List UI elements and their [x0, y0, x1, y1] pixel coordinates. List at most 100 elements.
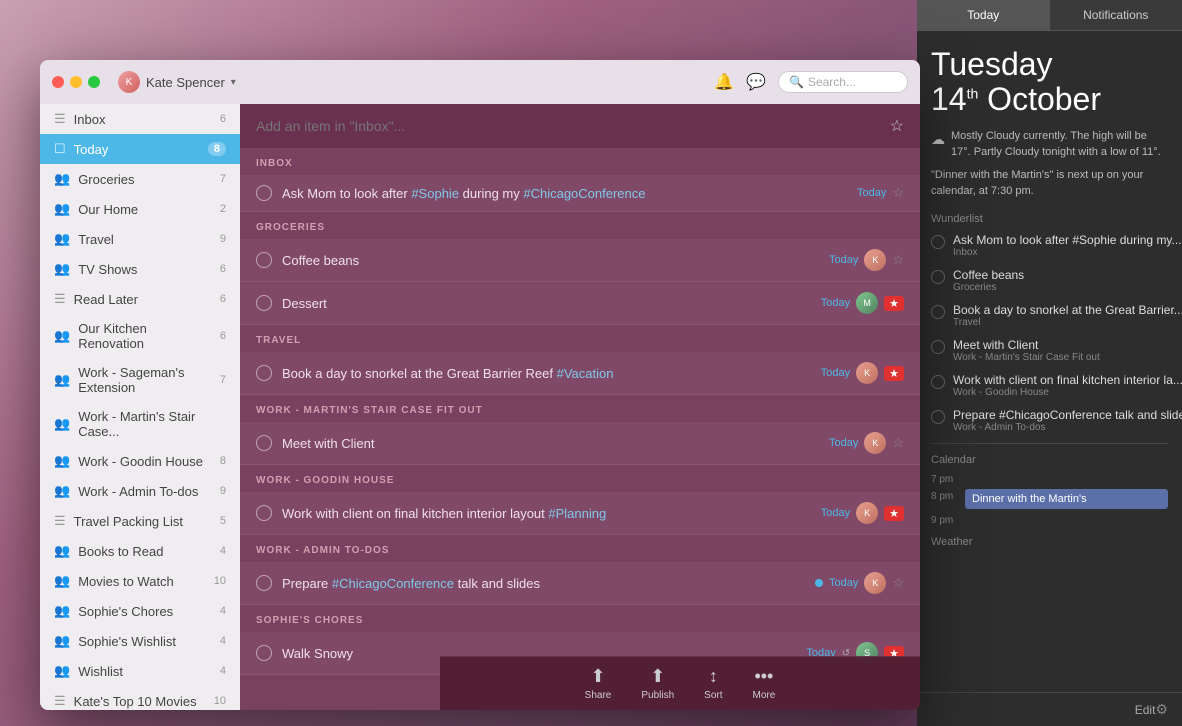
sidebar-label-sophiechores: Sophie's Chores [78, 604, 212, 619]
list-icon: ☰ [54, 291, 66, 307]
wl-subtitle-1: Groceries [953, 282, 1168, 293]
search-bar[interactable]: 🔍 Search... [778, 71, 908, 93]
sidebar-count-inbox: 6 [220, 113, 226, 125]
minimize-button[interactable] [70, 76, 82, 88]
chat-icon[interactable]: 💬 [746, 72, 766, 92]
star-icon[interactable]: ☆ [892, 435, 904, 451]
sidebar-label-top10: Kate's Top 10 Movies [74, 694, 206, 709]
list-icon: 👥 [54, 543, 70, 559]
task-checkbox[interactable] [256, 505, 272, 521]
sidebar-item-ourhome[interactable]: 👥 Our Home 2 [40, 194, 240, 224]
task-checkbox[interactable] [256, 295, 272, 311]
list-icon: 👥 [54, 603, 70, 619]
list-icon: 👥 [54, 633, 70, 649]
weather-info: ☁ Mostly Cloudy currently. The high will… [931, 129, 1168, 160]
task-checkbox[interactable] [256, 645, 272, 661]
tab-notifications[interactable]: Notifications [1050, 0, 1182, 30]
wl-checkbox-5[interactable] [931, 410, 945, 424]
right-panel-footer: Edit ⚙ [917, 692, 1182, 726]
task-text: Dessert [282, 296, 811, 311]
dropdown-icon[interactable]: ▾ [231, 77, 236, 88]
sidebar-item-kitchen[interactable]: 👥 Our Kitchen Renovation 6 [40, 314, 240, 358]
task-checkbox[interactable] [256, 435, 272, 451]
task-row[interactable]: Book a day to snorkel at the Great Barri… [240, 352, 920, 395]
sidebar-item-goodin[interactable]: 👥 Work - Goodin House 8 [40, 446, 240, 476]
list-icon: 👥 [54, 483, 70, 499]
task-checkbox[interactable] [256, 575, 272, 591]
sidebar-count-movies: 10 [214, 575, 226, 587]
star-icon[interactable]: ☆ [890, 116, 904, 136]
sidebar-label-groceries: Groceries [78, 172, 212, 187]
sidebar-label-travelpacking: Travel Packing List [74, 514, 212, 529]
task-row[interactable]: Coffee beans Today K ☆ [240, 239, 920, 282]
task-checkbox[interactable] [256, 252, 272, 268]
task-row[interactable]: Ask Mom to look after #Sophie during my … [240, 175, 920, 212]
sidebar-item-books[interactable]: 👥 Books to Read 4 [40, 536, 240, 566]
task-row[interactable]: Dessert Today M ★ [240, 282, 920, 325]
avatar: K [864, 249, 886, 271]
wl-item: Meet with Client Work - Martin's Stair C… [931, 338, 1168, 363]
task-row[interactable]: Prepare #ChicagoConference talk and slid… [240, 562, 920, 605]
task-text: Coffee beans [282, 253, 819, 268]
wl-subtitle-4: Work - Goodin House [953, 387, 1182, 398]
edit-button[interactable]: Edit [1135, 701, 1156, 718]
sidebar-item-top10[interactable]: ☰ Kate's Top 10 Movies 10 [40, 686, 240, 710]
time-block-0: 7 pm [931, 472, 1168, 485]
star-icon[interactable]: ☆ [892, 252, 904, 268]
wl-checkbox-1[interactable] [931, 270, 945, 284]
sidebar-item-travelpacking[interactable]: ☰ Travel Packing List 5 [40, 506, 240, 536]
wl-checkbox-2[interactable] [931, 305, 945, 319]
sidebar-label-martin: Work - Martin's Stair Case... [78, 409, 218, 439]
sidebar-item-today[interactable]: ☐ Today 8 [40, 134, 240, 164]
star-icon[interactable]: ☆ [892, 185, 904, 201]
task-checkbox[interactable] [256, 185, 272, 201]
wl-checkbox-4[interactable] [931, 375, 945, 389]
wl-checkbox-0[interactable] [931, 235, 945, 249]
list-icon: 👥 [54, 201, 70, 217]
sidebar-count-sophiewishlist: 4 [220, 635, 226, 647]
sidebar-item-inbox[interactable]: ☰ Inbox 6 [40, 104, 240, 134]
share-button[interactable]: ⬆ Share [585, 666, 612, 701]
wl-checkbox-3[interactable] [931, 340, 945, 354]
publish-button[interactable]: ⬆ Publish [641, 666, 674, 701]
tab-today[interactable]: Today [917, 0, 1050, 30]
bell-icon[interactable]: 🔔 [714, 72, 734, 92]
close-button[interactable] [52, 76, 64, 88]
task-date: Today [857, 187, 886, 199]
calendar-event-box[interactable]: Dinner with the Martin's [965, 489, 1168, 509]
section-header-admin: WORK - ADMIN TO-DOS [240, 535, 920, 562]
sidebar: ☰ Inbox 6 ☐ Today 8 👥 Groceries 7 👥 Our … [40, 104, 240, 710]
sidebar-item-groceries[interactable]: 👥 Groceries 7 [40, 164, 240, 194]
task-meta: Today K ☆ [815, 572, 904, 594]
more-button[interactable]: ••• More [753, 666, 776, 701]
sidebar-item-tvshows[interactable]: 👥 TV Shows 6 [40, 254, 240, 284]
sidebar-item-travel[interactable]: 👥 Travel 9 [40, 224, 240, 254]
sidebar-item-martin[interactable]: 👥 Work - Martin's Stair Case... [40, 402, 240, 446]
maximize-button[interactable] [88, 76, 100, 88]
task-row[interactable]: Meet with Client Today K ☆ [240, 422, 920, 465]
sidebar-item-sageman[interactable]: 👥 Work - Sageman's Extension 7 [40, 358, 240, 402]
sidebar-item-movies[interactable]: 👥 Movies to Watch 10 [40, 566, 240, 596]
avatar: K [118, 71, 140, 93]
task-tag: #ChicagoConference [523, 186, 645, 201]
sidebar-item-sophiewishlist[interactable]: 👥 Sophie's Wishlist 4 [40, 626, 240, 656]
task-tag: #Vacation [557, 366, 614, 381]
titlebar-user: K Kate Spencer ▾ [118, 71, 236, 93]
task-meta: Today ☆ [857, 185, 904, 201]
star-icon[interactable]: ☆ [892, 575, 904, 591]
add-item-input[interactable] [256, 118, 880, 134]
sidebar-item-readlater[interactable]: ☰ Read Later 6 [40, 284, 240, 314]
settings-icon[interactable]: ⚙ [1155, 701, 1168, 718]
task-row[interactable]: Work with client on final kitchen interi… [240, 492, 920, 535]
task-checkbox[interactable] [256, 365, 272, 381]
task-text: Ask Mom to look after #Sophie during my … [282, 186, 847, 201]
sidebar-item-wishlist[interactable]: 👥 Wishlist 4 [40, 656, 240, 686]
task-text: Work with client on final kitchen interi… [282, 506, 811, 521]
sidebar-item-admintodos[interactable]: 👥 Work - Admin To-dos 9 [40, 476, 240, 506]
sidebar-label-readlater: Read Later [74, 292, 212, 307]
sidebar-item-sophiechores[interactable]: 👥 Sophie's Chores 4 [40, 596, 240, 626]
main-content: ☆ INBOX Ask Mom to look after #Sophie du… [240, 104, 920, 710]
dot-indicator [815, 579, 823, 587]
flag-icon: ★ [884, 296, 904, 311]
sort-button[interactable]: ↕ Sort [704, 666, 722, 701]
